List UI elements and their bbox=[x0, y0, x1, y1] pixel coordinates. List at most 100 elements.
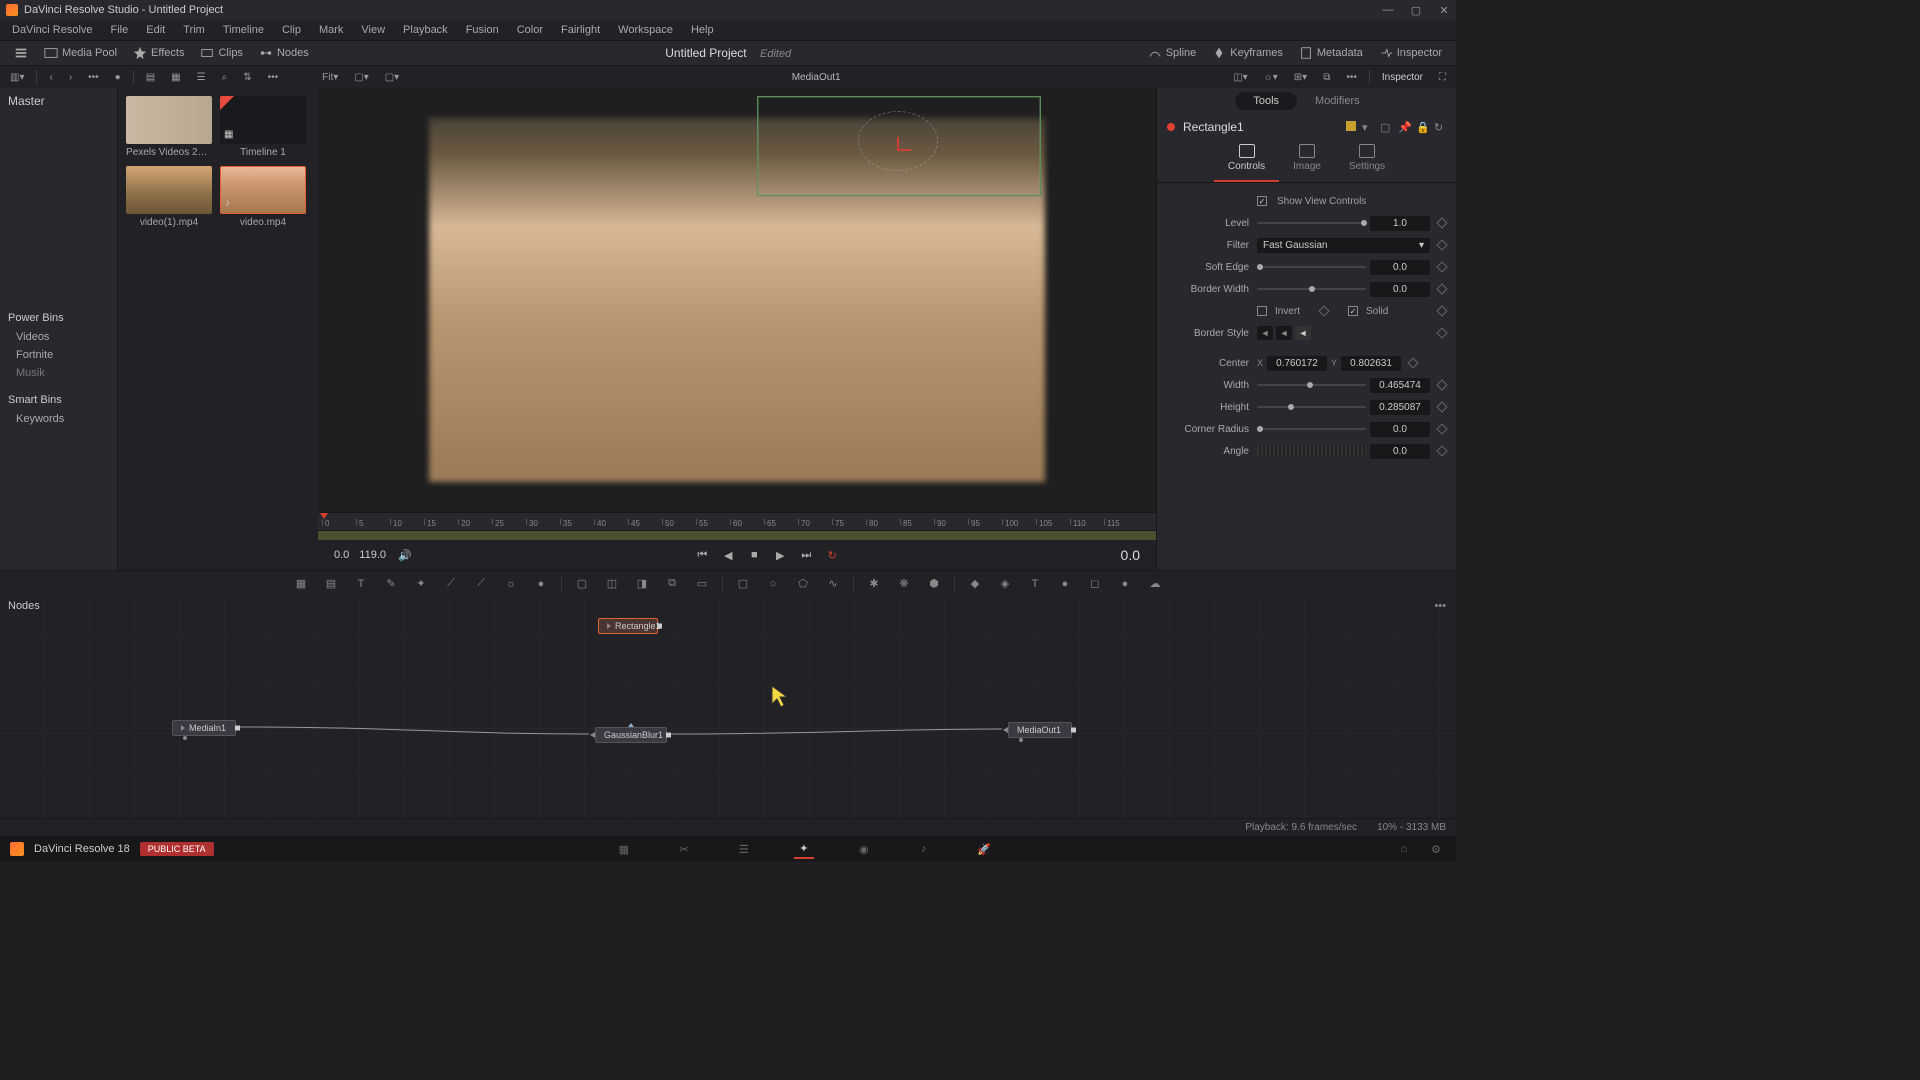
clip-item[interactable]: ▦ Timeline 1 bbox=[220, 96, 306, 158]
3d-tool-icon[interactable]: ◆ bbox=[965, 574, 985, 594]
cube-tool-icon[interactable]: ◻ bbox=[1085, 574, 1105, 594]
reset-icon[interactable]: ↻ bbox=[1434, 121, 1446, 133]
menu-workspace[interactable]: Workspace bbox=[610, 22, 681, 38]
spline-button[interactable]: Spline bbox=[1142, 44, 1203, 62]
background-tool-icon[interactable]: ▦ bbox=[291, 574, 311, 594]
menu-edit[interactable]: Edit bbox=[138, 22, 173, 38]
pin-icon[interactable]: 📌 bbox=[1398, 121, 1410, 133]
polygon-mask-icon[interactable]: ⬠ bbox=[793, 574, 813, 594]
menu-timeline[interactable]: Timeline bbox=[215, 22, 272, 38]
page-fairlight[interactable]: ♪ bbox=[914, 839, 934, 859]
center-marker-icon[interactable] bbox=[888, 137, 908, 157]
forward-button[interactable]: › bbox=[65, 71, 76, 84]
bin-musik[interactable]: Musik bbox=[8, 364, 109, 382]
blur-tool-icon[interactable]: ● bbox=[531, 574, 551, 594]
play-button[interactable]: ▶ bbox=[771, 546, 789, 564]
maximize-panel-icon[interactable]: ⛶ bbox=[1435, 71, 1450, 84]
grid-view-icon[interactable]: ▦ bbox=[167, 71, 184, 84]
loop-button[interactable]: ↻ bbox=[823, 546, 841, 564]
text-tool-icon[interactable]: ▤ bbox=[321, 574, 341, 594]
list-view-icon[interactable]: ▤ bbox=[142, 71, 159, 84]
angle-value[interactable]: 0.0 bbox=[1370, 444, 1430, 459]
more-icon[interactable]: ••• bbox=[84, 71, 103, 84]
transform-tool-icon[interactable]: ◫ bbox=[602, 574, 622, 594]
menu-mark[interactable]: Mark bbox=[311, 22, 351, 38]
width-slider[interactable] bbox=[1257, 384, 1366, 386]
height-value[interactable]: 0.285087 bbox=[1370, 400, 1430, 415]
snapshot-icon[interactable]: ▢ bbox=[1380, 121, 1392, 133]
options-icon[interactable]: ••• bbox=[264, 71, 283, 84]
width-value[interactable]: 0.465474 bbox=[1370, 378, 1430, 393]
effects-button[interactable]: Effects bbox=[127, 44, 190, 62]
go-end-button[interactable]: ⏭ bbox=[797, 546, 815, 564]
border-style-1[interactable]: ◄ bbox=[1257, 326, 1273, 340]
render-tool-icon[interactable]: ⬢ bbox=[924, 574, 944, 594]
fit-dropdown[interactable]: Fit▾ bbox=[318, 71, 342, 84]
border-width-value[interactable]: 0.0 bbox=[1370, 282, 1430, 297]
page-deliver[interactable]: 🚀 bbox=[974, 839, 994, 859]
bin-videos[interactable]: Videos bbox=[8, 328, 109, 346]
resize-tool-icon[interactable]: ◨ bbox=[632, 574, 652, 594]
page-cut[interactable]: ✂ bbox=[674, 839, 694, 859]
keyframe-icon[interactable] bbox=[1436, 401, 1447, 412]
viewer-options[interactable]: ••• bbox=[1342, 71, 1361, 84]
show-view-controls-checkbox[interactable] bbox=[1257, 196, 1267, 206]
emitter-tool-icon[interactable]: ❋ bbox=[894, 574, 914, 594]
keyframe-icon[interactable] bbox=[1407, 357, 1418, 368]
border-style-2[interactable]: ◄ bbox=[1276, 326, 1292, 340]
step-back-button[interactable]: ◀ bbox=[719, 546, 737, 564]
keyframe-icon[interactable] bbox=[1436, 283, 1447, 294]
mask-tool-icon[interactable]: ⟋ bbox=[441, 574, 461, 594]
ellipse-mask-icon[interactable]: ○ bbox=[763, 574, 783, 594]
current-time[interactable]: 0.0 bbox=[1121, 547, 1140, 563]
grid-icon[interactable]: ⊞▾ bbox=[1290, 71, 1311, 84]
timeline-ruler[interactable]: 0 5 10 15 20 25 30 35 40 45 50 55 60 65 … bbox=[318, 512, 1156, 530]
view-mode-1[interactable]: ▢▾ bbox=[350, 71, 372, 84]
nodes-options-icon[interactable]: ••• bbox=[1434, 600, 1446, 612]
tab-tools[interactable]: Tools bbox=[1235, 92, 1297, 110]
node-mediaout1[interactable]: MediaOut1 bbox=[1008, 722, 1072, 738]
title-tool-icon[interactable]: T bbox=[351, 574, 371, 594]
sort-icon[interactable]: ⇅ bbox=[239, 71, 255, 84]
settings-icon[interactable]: ⚙ bbox=[1426, 839, 1446, 859]
inspector-button[interactable]: Inspector bbox=[1373, 44, 1448, 62]
detail-view-icon[interactable]: ☰ bbox=[193, 71, 210, 84]
menu-fusion[interactable]: Fusion bbox=[458, 22, 507, 38]
rectangle-mask-overlay[interactable] bbox=[757, 96, 1041, 196]
keyframe-icon[interactable] bbox=[1436, 239, 1447, 250]
media-pool-button[interactable]: Media Pool bbox=[38, 44, 123, 62]
page-fusion[interactable]: ✦ bbox=[794, 839, 814, 859]
keyframes-button[interactable]: Keyframes bbox=[1206, 44, 1289, 62]
keyframe-icon[interactable] bbox=[1436, 327, 1447, 338]
sphere-tool-icon[interactable]: ● bbox=[1115, 574, 1135, 594]
metadata-button[interactable]: Metadata bbox=[1293, 44, 1369, 62]
keyframe-icon[interactable] bbox=[1436, 423, 1447, 434]
track-clip[interactable] bbox=[318, 531, 1156, 540]
keyframe-icon[interactable] bbox=[1436, 217, 1447, 228]
border-width-slider[interactable] bbox=[1257, 288, 1366, 290]
split-view-icon[interactable]: ◫▾ bbox=[1229, 71, 1251, 84]
search-icon[interactable]: ⌕ bbox=[218, 71, 232, 84]
node-rectangle1[interactable]: Rectangle1 bbox=[598, 618, 658, 634]
level-slider[interactable] bbox=[1257, 222, 1366, 224]
center-y-value[interactable]: 0.802631 bbox=[1341, 356, 1401, 371]
corner-radius-value[interactable]: 0.0 bbox=[1370, 422, 1430, 437]
master-bin[interactable]: Master bbox=[8, 94, 109, 108]
paint-tool-icon[interactable]: ✎ bbox=[381, 574, 401, 594]
stop-button[interactable]: ■ bbox=[745, 546, 763, 564]
keyframe-icon[interactable] bbox=[1436, 261, 1447, 272]
go-start-button[interactable]: ⏮ bbox=[693, 546, 711, 564]
close-button[interactable]: ✕ bbox=[1438, 4, 1450, 16]
maximize-button[interactable]: ▢ bbox=[1410, 4, 1422, 16]
keyframe-icon[interactable] bbox=[1436, 305, 1447, 316]
node-mediain1[interactable]: MediaIn1 bbox=[172, 720, 236, 736]
height-slider[interactable] bbox=[1257, 406, 1366, 408]
keyframe-icon[interactable] bbox=[1436, 379, 1447, 390]
page-media[interactable]: ▦ bbox=[614, 839, 634, 859]
wand-tool-icon[interactable]: ⟋ bbox=[471, 574, 491, 594]
chevron-down-icon[interactable]: ▾ bbox=[1362, 121, 1374, 133]
sun-icon[interactable]: ☼▾ bbox=[1260, 71, 1282, 84]
mute-button[interactable]: 🔊 bbox=[396, 546, 414, 564]
nodes-panel[interactable]: Nodes ••• MediaIn1 Rectangle1 GaussianBl… bbox=[0, 596, 1456, 818]
clip-item[interactable]: ♪ video.mp4 bbox=[220, 166, 306, 228]
